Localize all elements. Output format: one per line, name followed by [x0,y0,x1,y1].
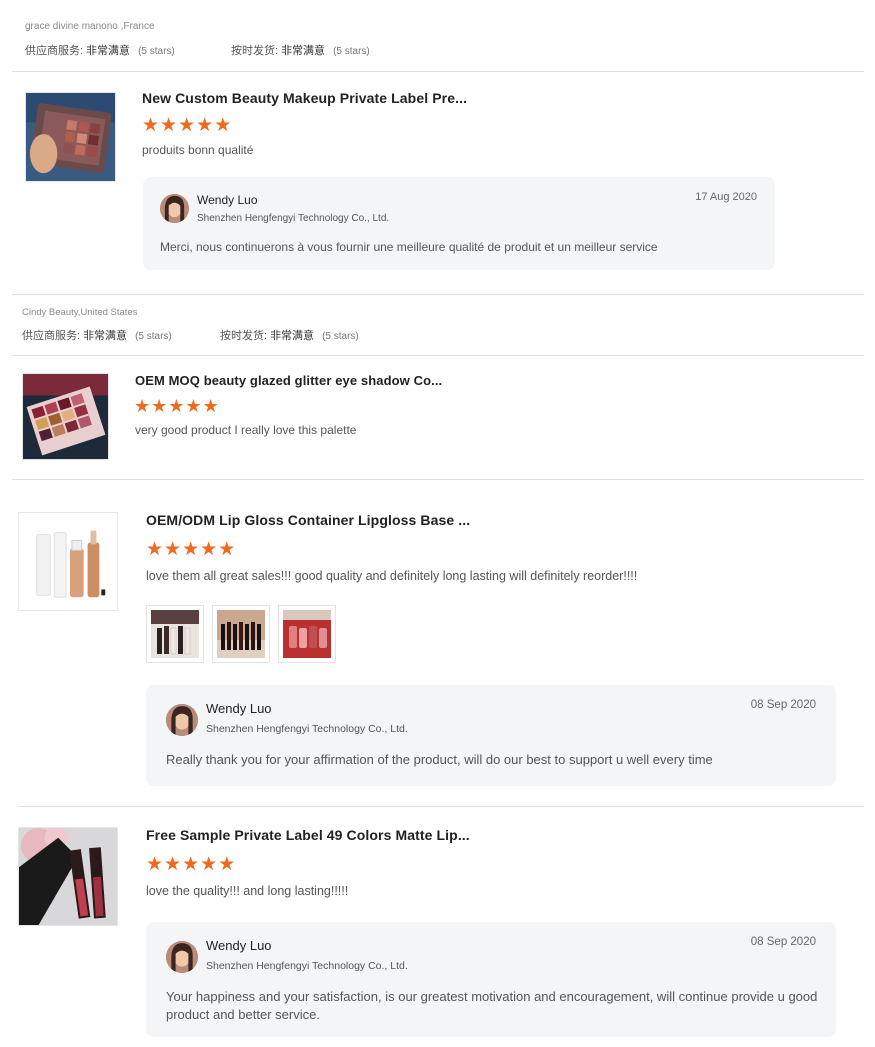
divider [12,294,864,295]
star-icon: ★ [200,854,218,875]
star-icon: ★ [218,539,236,560]
review-comment: love the quality!!! and long lasting!!!!… [146,884,349,898]
product-thumbnail[interactable] [18,827,118,926]
divider [12,71,864,72]
seller-reply: Wendy Luo Shenzhen Hengfengyi Technology… [146,685,836,786]
star-icon: ★ [182,539,200,560]
on-time-shipment-rating: 按时发货: 非常满意 (5 stars) [231,45,370,57]
reviewer-name: Cindy Beauty,United States [22,307,138,318]
divider [18,806,864,807]
seller-company: Shenzhen Hengfengyi Technology Co., Ltd. [197,213,390,224]
reviewer-name: grace divine manono ,France [25,21,155,32]
divider [12,479,864,480]
star-icon: ★ [168,396,185,416]
review-photo[interactable] [278,605,336,663]
seller-name: Wendy Luo [206,701,272,716]
on-time-shipment-rating: 按时发货: 非常满意 (5 stars) [220,330,359,342]
product-thumbnail[interactable] [18,512,118,611]
star-icon: ★ [200,539,218,560]
seller-reply: Wendy Luo Shenzhen Hengfengyi Technology… [146,922,836,1037]
review-comment: produits bonn qualité [142,143,254,157]
rating-stars: ★ ★ ★ ★ ★ [134,397,219,416]
star-icon: ★ [146,854,164,875]
star-icon: ★ [178,115,196,136]
reply-date: 08 Sep 2020 [750,936,816,948]
seller-company: Shenzhen Hengfengyi Technology Co., Ltd. [206,723,408,735]
seller-avatar [166,941,198,973]
review-photo[interactable] [212,605,270,663]
reply-date: 08 Sep 2020 [750,699,816,711]
seller-name: Wendy Luo [197,193,258,207]
seller-reply: Wendy Luo Shenzhen Hengfengyi Technology… [143,177,775,270]
star-icon: ★ [164,854,182,875]
star-icon: ★ [214,115,232,136]
supplier-service-rating: 供应商服务: 非常满意 (5 stars) [25,45,175,57]
divider [12,355,864,356]
seller-avatar [160,194,189,223]
reply-date: 17 Aug 2020 [695,191,757,203]
rating-stars: ★ ★ ★ ★ ★ [146,855,235,874]
star-icon: ★ [160,115,178,136]
product-thumbnail[interactable] [25,92,116,182]
product-title-link[interactable]: OEM/ODM Lip Gloss Container Lipgloss Bas… [146,512,470,528]
review-comment: very good product I really love this pal… [135,423,357,437]
reply-text: Merci, nous continuerons à vous fournir … [160,240,658,254]
star-icon: ★ [202,396,219,416]
star-icon: ★ [164,539,182,560]
star-icon: ★ [218,854,236,875]
product-title-link[interactable]: OEM MOQ beauty glazed glitter eye shadow… [135,373,442,388]
seller-company: Shenzhen Hengfengyi Technology Co., Ltd. [206,960,408,972]
review-photo[interactable] [146,605,204,663]
star-icon: ★ [142,115,160,136]
product-title-link[interactable]: New Custom Beauty Makeup Private Label P… [142,90,467,106]
review-comment: love them all great sales!!! good qualit… [146,569,638,583]
star-icon: ★ [134,396,151,416]
star-icon: ★ [196,115,214,136]
star-icon: ★ [151,396,168,416]
product-title-link[interactable]: Free Sample Private Label 49 Colors Matt… [146,827,470,843]
supplier-service-rating: 供应商服务: 非常满意 (5 stars) [22,330,172,342]
star-icon: ★ [185,396,202,416]
reply-text: Really thank you for your affirmation of… [166,752,713,767]
seller-avatar [166,704,198,736]
rating-stars: ★ ★ ★ ★ ★ [142,116,231,135]
reply-text: Your happiness and your satisfaction, is… [166,989,818,1022]
rating-stars: ★ ★ ★ ★ ★ [146,540,235,559]
star-icon: ★ [182,854,200,875]
seller-name: Wendy Luo [206,938,272,953]
star-icon: ★ [146,539,164,560]
product-thumbnail[interactable] [22,373,109,460]
